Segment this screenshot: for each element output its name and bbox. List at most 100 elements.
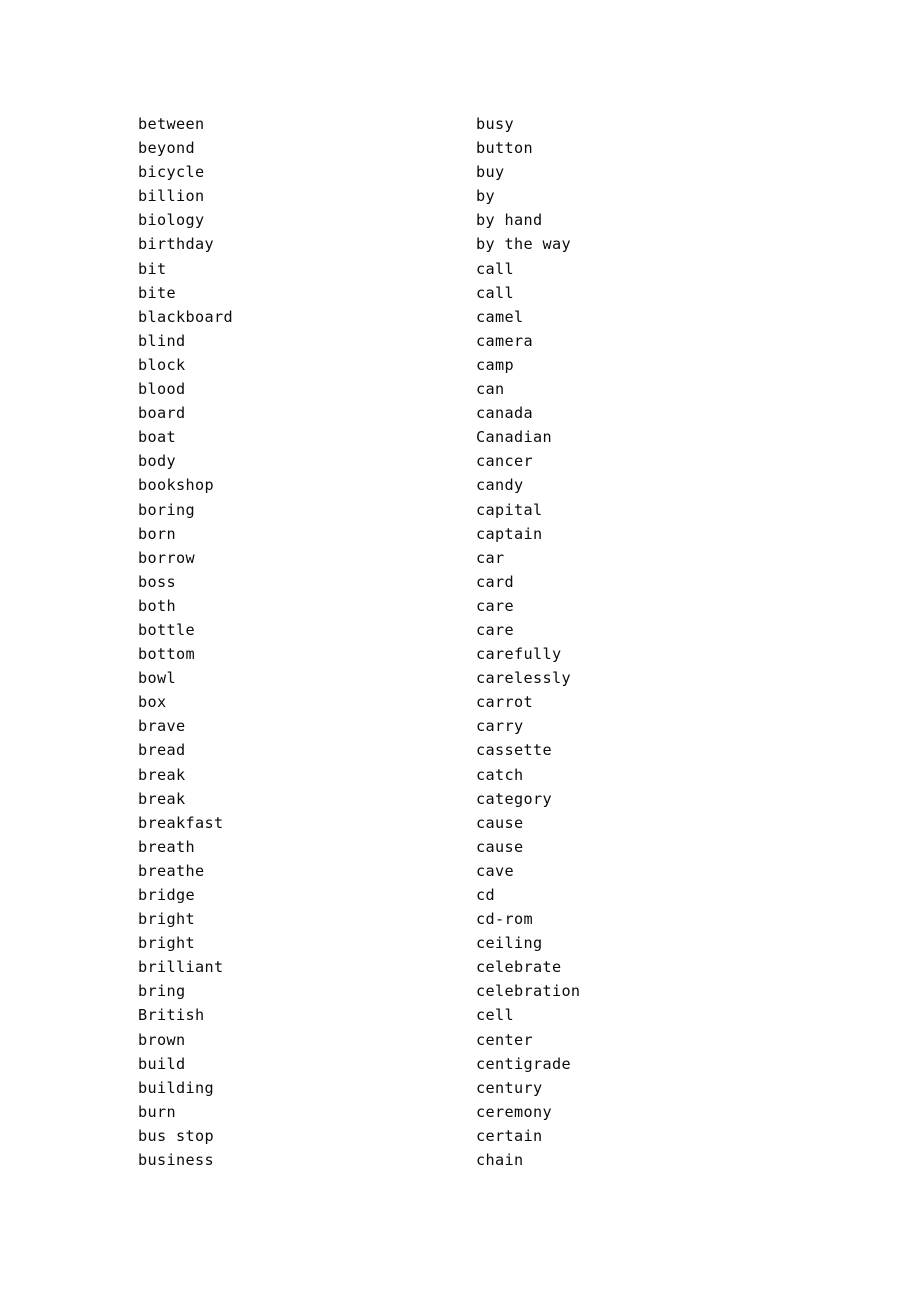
word-item: brave: [138, 717, 186, 736]
word-item: catch: [476, 765, 524, 784]
word-item: borrow: [138, 548, 195, 567]
word-item: Canadian: [476, 428, 552, 447]
word-row: body cancer: [138, 449, 838, 473]
word-item: carefully: [476, 645, 562, 664]
word-item: canada: [476, 404, 533, 423]
word-row: blind camera: [138, 329, 838, 353]
word-item: bookshop: [138, 476, 214, 495]
word-item: capital: [476, 500, 543, 519]
word-item: card: [476, 572, 514, 591]
word-row: bottom carefully: [138, 642, 838, 666]
word-item: bottle: [138, 620, 195, 639]
word-item: celebration: [476, 982, 581, 1001]
word-row: borrow car: [138, 546, 838, 570]
word-row: bowl carelessly: [138, 666, 838, 690]
word-row: bright ceiling: [138, 931, 838, 955]
word-item: bright: [138, 934, 195, 953]
word-item: break: [138, 789, 186, 808]
word-item: boss: [138, 572, 176, 591]
word-item: car: [476, 548, 505, 567]
word-row: bicycle buy: [138, 160, 838, 184]
word-row: biology by hand: [138, 208, 838, 232]
word-item: can: [476, 380, 505, 399]
word-item: camera: [476, 331, 533, 350]
word-item: bit: [138, 259, 167, 278]
word-item: breathe: [138, 861, 205, 880]
word-item: cave: [476, 861, 514, 880]
word-item: buy: [476, 163, 505, 182]
word-row: British cell: [138, 1003, 838, 1027]
word-item: center: [476, 1030, 533, 1049]
word-item: cd: [476, 886, 495, 904]
word-item: British: [138, 1006, 205, 1025]
word-item: call: [476, 283, 514, 302]
word-item: cell: [476, 1006, 514, 1025]
word-row: building century: [138, 1076, 838, 1100]
word-item: box: [138, 693, 167, 712]
word-row: bite call: [138, 281, 838, 305]
word-row: bridge cd: [138, 883, 838, 907]
word-item: bowl: [138, 669, 176, 688]
word-item: birthday: [138, 235, 214, 254]
word-item: billion: [138, 187, 205, 206]
word-item: bread: [138, 741, 186, 760]
word-row: billion by: [138, 184, 838, 208]
word-row: birthday by the way: [138, 232, 838, 256]
word-item: block: [138, 355, 186, 374]
word-item: breakfast: [138, 813, 224, 832]
word-row: brilliant celebrate: [138, 955, 838, 979]
word-row: blackboard camel: [138, 305, 838, 329]
word-item: cd-rom: [476, 910, 533, 929]
word-row: bread cassette: [138, 738, 838, 762]
word-item: blood: [138, 380, 186, 399]
word-item: celebrate: [476, 958, 562, 977]
word-item: bicycle: [138, 163, 205, 182]
word-row: boss card: [138, 570, 838, 594]
word-item: bridge: [138, 886, 195, 904]
word-item: bite: [138, 283, 176, 302]
word-row: breakfast cause: [138, 811, 838, 835]
word-item: button: [476, 139, 533, 158]
word-row: beyond button: [138, 136, 838, 160]
word-row: bus stop certain: [138, 1124, 838, 1148]
word-row: brown center: [138, 1028, 838, 1052]
word-item: camel: [476, 307, 524, 326]
word-item: body: [138, 452, 176, 471]
word-row: between busy: [138, 112, 838, 136]
word-item: carrot: [476, 693, 533, 712]
word-item: biology: [138, 211, 205, 230]
word-item: board: [138, 404, 186, 423]
word-item: building: [138, 1078, 214, 1097]
word-item: break: [138, 765, 186, 784]
word-item: blind: [138, 331, 186, 350]
word-row: bright cd-rom: [138, 907, 838, 931]
word-item: cassette: [476, 741, 552, 760]
word-item: business: [138, 1151, 214, 1170]
word-item: carry: [476, 717, 524, 736]
word-row: breath cause: [138, 835, 838, 859]
word-row: break catch: [138, 763, 838, 787]
word-item: category: [476, 789, 552, 808]
word-item: bottom: [138, 645, 195, 664]
word-item: brown: [138, 1030, 186, 1049]
word-item: cause: [476, 813, 524, 832]
word-row: bookshop candy: [138, 473, 838, 497]
word-row: breathe cave: [138, 859, 838, 883]
word-item: cancer: [476, 452, 533, 471]
word-item: carelessly: [476, 669, 571, 688]
word-row: board canada: [138, 401, 838, 425]
word-item: chain: [476, 1151, 524, 1170]
word-row: block camp: [138, 353, 838, 377]
word-row: bring celebration: [138, 979, 838, 1003]
word-item: certain: [476, 1126, 543, 1145]
word-row: bit call: [138, 257, 838, 281]
word-row: business chain: [138, 1148, 838, 1172]
word-item: build: [138, 1054, 186, 1073]
word-row: build centigrade: [138, 1052, 838, 1076]
word-row: burn ceremony: [138, 1100, 838, 1124]
word-item: brilliant: [138, 958, 224, 977]
word-item: care: [476, 620, 514, 639]
word-item: burn: [138, 1102, 176, 1121]
word-item: ceremony: [476, 1102, 552, 1121]
word-item: century: [476, 1078, 543, 1097]
